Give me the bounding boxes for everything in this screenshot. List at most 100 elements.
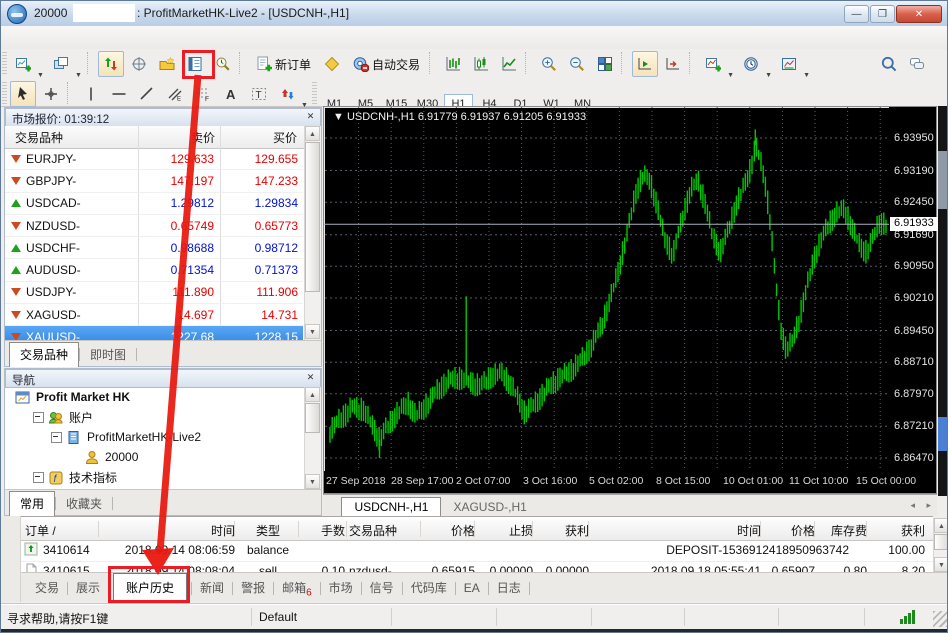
navigator-item-profit-market-hk[interactable]: Profit Market HK xyxy=(5,387,303,407)
window-close-button[interactable]: ✕ xyxy=(896,5,942,23)
cursor-button[interactable] xyxy=(10,81,36,107)
terminal-col-3[interactable]: 手数 xyxy=(301,522,345,539)
terminal-tab-展示[interactable]: 展示 xyxy=(68,574,108,601)
window-maximize-button[interactable]: ❐ xyxy=(870,5,895,23)
chart-tab-usdcnhh1[interactable]: USDCNH-,H1 xyxy=(341,497,441,517)
market-watch-row-usdcad[interactable]: USDCAD-1.298121.29834 xyxy=(5,193,303,215)
chart-plot[interactable] xyxy=(324,107,889,471)
chart-shift-button[interactable] xyxy=(660,51,686,77)
scroll-up-icon[interactable]: ▲ xyxy=(305,126,320,141)
status-profile[interactable]: Default xyxy=(259,610,297,624)
terminal-tab-市场[interactable]: 市场 xyxy=(321,574,361,601)
new-order-button[interactable]: 新订单 xyxy=(250,51,317,77)
navigator-item-技术指标[interactable]: f技术指标 xyxy=(5,467,303,487)
text-label-button[interactable]: T xyxy=(246,81,272,107)
chart-candles-button[interactable] xyxy=(468,51,494,77)
navigator-tab-收藏夹[interactable]: 收藏夹 xyxy=(56,492,112,516)
auto-scroll-button[interactable] xyxy=(632,51,658,77)
terminal-col-1[interactable]: 时间 xyxy=(101,522,235,539)
market-watch-tab-即时图[interactable]: 即时图 xyxy=(80,343,136,367)
equidistant-channel-button[interactable]: E xyxy=(162,81,188,107)
terminal-col-0[interactable]: 订单 / xyxy=(25,522,101,539)
terminal-scrollbar[interactable]: ▲ ▼ xyxy=(933,518,948,572)
horizontal-line-button[interactable] xyxy=(106,81,132,107)
market-watch-button[interactable] xyxy=(98,51,124,77)
market-watch-scrollbar[interactable]: ▲ ▼ xyxy=(304,126,321,340)
terminal-tab-邮箱[interactable]: 邮箱6 xyxy=(274,574,320,603)
terminal-col-7[interactable]: 获利 xyxy=(535,522,589,539)
text-button[interactable]: A xyxy=(218,81,244,107)
zoom-out-button[interactable] xyxy=(564,51,590,77)
terminal-tab-日志[interactable]: 日志 xyxy=(489,574,529,601)
terminal-col-5[interactable]: 价格 xyxy=(423,522,475,539)
chart-bars-button[interactable] xyxy=(440,51,466,77)
window-minimize-button[interactable]: — xyxy=(844,5,869,23)
trendline-button[interactable] xyxy=(134,81,160,107)
chart-line-button[interactable] xyxy=(496,51,522,77)
market-watch-row-nzdusd[interactable]: NZDUSD-0.657490.65773 xyxy=(5,215,303,237)
chart-tab-xagusdh1[interactable]: XAGUSD-,H1 xyxy=(441,498,538,517)
arrows-button[interactable] xyxy=(274,81,300,107)
toolbar-grip[interactable] xyxy=(312,82,317,104)
navigator-tab-常用[interactable]: 常用 xyxy=(9,491,55,516)
scroll-down-icon[interactable]: ▼ xyxy=(305,324,320,339)
scroll-thumb[interactable] xyxy=(938,151,947,209)
market-watch-row-usdchf[interactable]: USDCHF-0.986880.98712 xyxy=(5,237,303,259)
scroll-up-icon[interactable]: ▲ xyxy=(934,518,948,533)
vertical-line-button[interactable] xyxy=(78,81,104,107)
collapse-expander-icon[interactable] xyxy=(33,412,44,423)
close-icon[interactable]: ✕ xyxy=(304,371,317,384)
terminal-tab-EA[interactable]: EA xyxy=(456,576,488,600)
market-watch-row-usdjpy[interactable]: USDJPY-111.890111.906 xyxy=(5,282,303,304)
scroll-down-icon[interactable]: ▼ xyxy=(305,474,320,489)
scroll-down-icon[interactable]: ▼ xyxy=(934,557,948,572)
market-watch-row-audusd[interactable]: AUDUSD-0.713540.71373 xyxy=(5,259,303,281)
toolbar-grip[interactable] xyxy=(2,52,7,74)
market-watch-row-gbpjpy[interactable]: GBPJPY-147.197147.233 xyxy=(5,170,303,192)
collapse-expander-icon[interactable] xyxy=(51,432,62,443)
tab-scroll-left-icon[interactable]: ◂ xyxy=(910,500,915,511)
collapse-marker-icon[interactable]: ▼ xyxy=(333,111,344,123)
navigator-item-账户[interactable]: 账户 xyxy=(5,407,303,427)
navigator-scrollbar[interactable]: ▲ ▼ xyxy=(304,387,321,489)
crosshair-button[interactable] xyxy=(38,81,64,107)
terminal-tab-警报[interactable]: 警报 xyxy=(233,574,273,601)
terminal-col-11[interactable]: 获利 xyxy=(869,522,925,539)
terminal-tab-信号[interactable]: 信号 xyxy=(362,574,402,601)
terminal-row-3410614[interactable]: 34106142018.09.14 08:06:59balance100.00D… xyxy=(21,540,933,562)
indicators-button[interactable] xyxy=(700,51,726,77)
tab-scroll-right-icon[interactable]: ▸ xyxy=(926,500,931,511)
search-button[interactable] xyxy=(876,51,902,77)
terminal-col-10[interactable]: 库存费 xyxy=(817,522,867,539)
fibonacci-button[interactable]: F xyxy=(190,81,216,107)
market-watch-row-eurjpy[interactable]: EURJPY-129.633129.655 xyxy=(5,148,303,170)
autotrading-button[interactable]: 自动交易 xyxy=(347,51,426,77)
data-window-button[interactable] xyxy=(126,51,152,77)
terminal-col-8[interactable]: 时间 xyxy=(591,522,761,539)
metaeditor-button[interactable] xyxy=(319,51,345,77)
terminal-tab-代码库[interactable]: 代码库 xyxy=(403,574,455,601)
scroll-thumb[interactable] xyxy=(305,403,320,433)
terminal-col-2[interactable]: 类型 xyxy=(237,522,299,539)
tile-windows-button[interactable] xyxy=(592,51,618,77)
periods-button[interactable] xyxy=(738,51,764,77)
market-watch-row-xagusd[interactable]: XAGUSD-14.69714.731 xyxy=(5,304,303,326)
terminal-tab-交易[interactable]: 交易 xyxy=(27,574,67,601)
terminal-col-4[interactable]: 交易品种 xyxy=(349,522,423,539)
resize-grip[interactable] xyxy=(933,611,947,627)
scroll-thumb[interactable] xyxy=(934,534,948,550)
profiles-button[interactable] xyxy=(48,51,74,77)
market-watch-tab-交易品种[interactable]: 交易品种 xyxy=(9,342,79,367)
scroll-thumb[interactable] xyxy=(305,142,320,292)
toolbar-grip[interactable] xyxy=(2,82,7,104)
collapse-expander-icon[interactable] xyxy=(33,472,44,483)
navigator-button[interactable] xyxy=(154,51,180,77)
zoom-in-button[interactable] xyxy=(536,51,562,77)
navigator-item-profitmarkethk-live2[interactable]: ProfitMarketHK-Live2 xyxy=(5,427,303,447)
new-chart-button[interactable] xyxy=(10,51,36,77)
terminal-col-6[interactable]: 止损 xyxy=(477,522,533,539)
close-icon[interactable]: ✕ xyxy=(304,110,317,123)
scroll-up-icon[interactable]: ▲ xyxy=(305,387,320,402)
window-scroll-strip[interactable] xyxy=(938,106,947,496)
terminal-col-9[interactable]: 价格 xyxy=(763,522,815,539)
